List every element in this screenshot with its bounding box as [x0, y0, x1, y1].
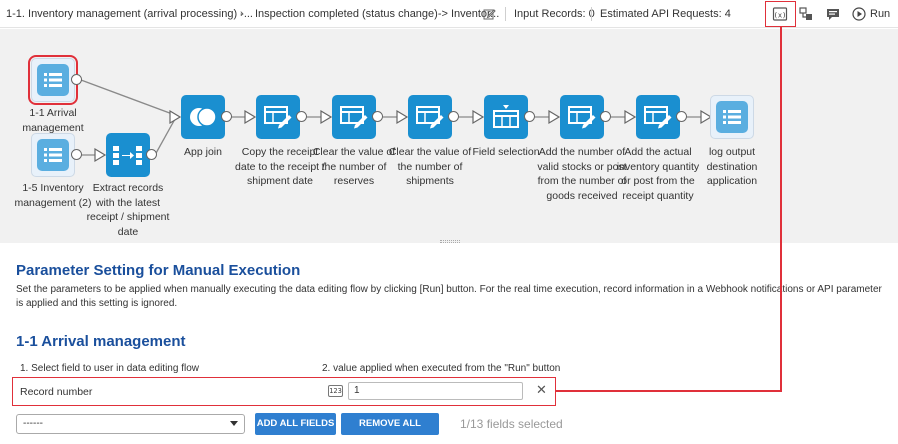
- table-edit-icon: [340, 106, 368, 129]
- node-add-valid-stocks[interactable]: [560, 95, 604, 139]
- separator: [591, 7, 592, 21]
- list-icon: [37, 64, 69, 96]
- output-port[interactable]: [71, 149, 82, 160]
- parameter-field-name: Record number: [20, 386, 93, 398]
- page-title: Parameter Setting for Manual Execution: [16, 262, 301, 279]
- run-label: Run: [870, 8, 891, 20]
- node-arrival-management[interactable]: [28, 55, 78, 105]
- node-log-output[interactable]: [710, 95, 754, 139]
- output-port[interactable]: [71, 74, 82, 85]
- hierarchy-icon[interactable]: [797, 5, 815, 23]
- output-port[interactable]: [221, 111, 232, 122]
- close-icon[interactable]: ✕: [536, 383, 547, 397]
- field-select-dropdown[interactable]: ------: [16, 414, 245, 434]
- add-all-fields-button[interactable]: ADD ALL FIELDS: [255, 413, 336, 435]
- table-edit-icon: [568, 106, 596, 129]
- highlight-box: [765, 1, 796, 27]
- parameter-value-input[interactable]: 1: [348, 382, 523, 400]
- table-edit-icon: [644, 106, 672, 129]
- play-icon: [852, 7, 866, 21]
- node-copy-receipt-date[interactable]: [256, 95, 300, 139]
- output-port[interactable]: [448, 111, 459, 122]
- join-icon: [190, 107, 217, 127]
- list-icon: [37, 139, 69, 171]
- run-button[interactable]: Run: [852, 5, 890, 23]
- output-port[interactable]: [372, 111, 383, 122]
- column-header-field: 1. Select field to user in data editing …: [20, 363, 199, 374]
- breadcrumb-step[interactable]: Inspection completed (status change)-> I…: [255, 8, 499, 20]
- node-inventory-management-2[interactable]: [31, 133, 75, 177]
- node-label: Extract records with the latest receipt …: [86, 182, 170, 238]
- number-type-icon: 123: [328, 385, 343, 397]
- flow-canvas[interactable]: 1-1 Arrival management 1-5 Inventory man…: [0, 29, 898, 243]
- table-edit-icon: [264, 106, 292, 129]
- node-label: 1-1 Arrival management: [22, 107, 84, 134]
- chat-icon[interactable]: [824, 5, 842, 23]
- callout-line: [556, 390, 782, 392]
- app-section-title: 1-1 Arrival management: [16, 333, 186, 350]
- select-value: ------: [23, 418, 43, 429]
- breadcrumb-flow[interactable]: 1-1. Inventory management (arrival proce…: [6, 8, 253, 20]
- description-text: Set the parameters to be applied when ma…: [16, 284, 882, 309]
- output-port[interactable]: [524, 111, 535, 122]
- node-clear-shipments[interactable]: [408, 95, 452, 139]
- input-records: Input Records: 0: [514, 8, 595, 20]
- top-bar: 1-1. Inventory management (arrival proce…: [0, 0, 898, 28]
- node-app-join[interactable]: [181, 95, 225, 139]
- remove-all-fields-button[interactable]: REMOVE ALL FIELDS: [341, 413, 439, 444]
- output-port[interactable]: [600, 111, 611, 122]
- chevron-down-icon: [230, 421, 238, 426]
- list-icon: [716, 101, 748, 133]
- column-header-value: 2. value applied when executed from the …: [322, 363, 561, 374]
- node-field-selection[interactable]: [484, 95, 528, 139]
- resize-handle[interactable]: [440, 240, 460, 243]
- fields-selected-count: 1/13 fields selected: [460, 417, 563, 431]
- extract-icon: [113, 146, 142, 165]
- output-port[interactable]: [296, 111, 307, 122]
- node-label: log output destination application: [706, 146, 758, 187]
- output-port[interactable]: [676, 111, 687, 122]
- table-edit-icon: [416, 106, 444, 129]
- output-port[interactable]: [146, 149, 157, 160]
- edit-icon[interactable]: [480, 5, 498, 23]
- field-select-icon: [493, 105, 519, 128]
- parameter-row: Record number 123 1 ✕: [12, 377, 556, 406]
- api-requests: Estimated API Requests: 4: [600, 8, 731, 20]
- node-clear-reserves[interactable]: [332, 95, 376, 139]
- callout-line: [780, 27, 782, 391]
- node-extract-records[interactable]: [106, 133, 150, 177]
- node-add-actual-inventory[interactable]: [636, 95, 680, 139]
- chevron-right-icon: ›: [240, 8, 244, 20]
- separator: [505, 7, 506, 21]
